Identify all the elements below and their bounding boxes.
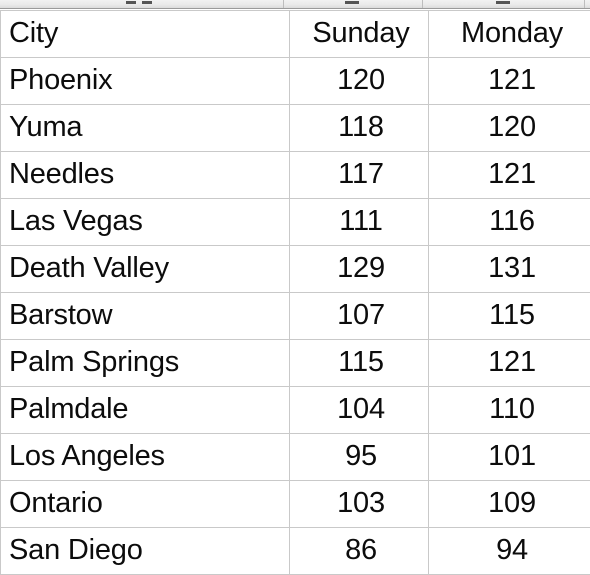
spreadsheet-grid-container: City Sunday Monday Phoenix 120 121 Yuma … — [0, 10, 590, 575]
cell-monday[interactable]: 121 — [429, 340, 590, 387]
cell-monday[interactable]: 116 — [429, 199, 590, 246]
cell-city[interactable]: San Diego — [1, 528, 290, 575]
cell-city[interactable]: Phoenix — [1, 58, 290, 105]
cell-sunday-value: 104 — [337, 393, 385, 426]
cell-sunday[interactable]: 95 — [290, 434, 429, 481]
column-header-monday[interactable]: Monday — [429, 11, 590, 58]
cell-monday[interactable]: 131 — [429, 246, 590, 293]
column-letter-glyph — [126, 1, 136, 4]
cell-monday-value: 109 — [488, 487, 536, 520]
cell-monday-value: 94 — [496, 534, 528, 567]
cell-sunday[interactable]: 115 — [290, 340, 429, 387]
table-row: Barstow 107 115 — [1, 293, 590, 340]
cell-monday[interactable]: 115 — [429, 293, 590, 340]
cell-monday-value: 116 — [489, 205, 535, 238]
cell-sunday-value: 111 — [339, 205, 382, 238]
cell-monday-value: 121 — [488, 64, 536, 97]
column-letter-glyph — [345, 1, 359, 4]
column-header-sunday-label: Sunday — [312, 17, 409, 50]
cell-sunday[interactable]: 107 — [290, 293, 429, 340]
cell-monday-value: 110 — [489, 393, 535, 426]
cell-sunday[interactable]: 118 — [290, 105, 429, 152]
cell-sunday[interactable]: 117 — [290, 152, 429, 199]
cell-monday-value: 131 — [488, 252, 536, 285]
table-row: Death Valley 129 131 — [1, 246, 590, 293]
cell-monday-value: 121 — [488, 346, 536, 379]
table-row: Needles 117 121 — [1, 152, 590, 199]
table-row: Phoenix 120 121 — [1, 58, 590, 105]
cell-sunday[interactable]: 120 — [290, 58, 429, 105]
cell-sunday-value: 117 — [338, 158, 384, 191]
cell-monday[interactable]: 110 — [429, 387, 590, 434]
table-row: Yuma 118 120 — [1, 105, 590, 152]
cell-monday[interactable]: 121 — [429, 58, 590, 105]
cell-sunday-value: 120 — [337, 64, 385, 97]
cell-sunday[interactable]: 111 — [290, 199, 429, 246]
cell-sunday[interactable]: 104 — [290, 387, 429, 434]
cell-city[interactable]: Needles — [1, 152, 290, 199]
cell-monday[interactable]: 121 — [429, 152, 590, 199]
column-letter-glyph — [496, 1, 510, 4]
cell-sunday-value: 129 — [337, 252, 385, 285]
table-row: Palm Springs 115 121 — [1, 340, 590, 387]
cell-city[interactable]: Palmdale — [1, 387, 290, 434]
spreadsheet-column-header-bar — [0, 0, 590, 9]
table-row: San Diego 86 94 — [1, 528, 590, 575]
cell-city[interactable]: Las Vegas — [1, 199, 290, 246]
cell-city[interactable]: Barstow — [1, 293, 290, 340]
cell-monday-value: 101 — [488, 440, 536, 473]
cell-sunday-value: 86 — [345, 534, 377, 567]
table-body: City Sunday Monday Phoenix 120 121 Yuma … — [1, 11, 590, 575]
cell-sunday[interactable]: 86 — [290, 528, 429, 575]
cell-monday[interactable]: 120 — [429, 105, 590, 152]
column-header-monday-label: Monday — [461, 17, 563, 50]
cell-monday[interactable]: 94 — [429, 528, 590, 575]
cell-city[interactable]: Palm Springs — [1, 340, 290, 387]
table-row: Palmdale 104 110 — [1, 387, 590, 434]
table-row: Ontario 103 109 — [1, 481, 590, 528]
table-row: Las Vegas 111 116 — [1, 199, 590, 246]
cell-city[interactable]: Ontario — [1, 481, 290, 528]
cell-sunday[interactable]: 129 — [290, 246, 429, 293]
table-header-row: City Sunday Monday — [1, 11, 590, 58]
cell-monday-value: 115 — [489, 299, 535, 332]
cell-monday[interactable]: 109 — [429, 481, 590, 528]
temperature-table: City Sunday Monday Phoenix 120 121 Yuma … — [0, 10, 590, 575]
cell-sunday-value: 107 — [337, 299, 385, 332]
cell-monday-value: 121 — [488, 158, 536, 191]
column-letter-glyph — [142, 1, 152, 4]
cell-sunday-value: 103 — [337, 487, 385, 520]
column-header-sunday[interactable]: Sunday — [290, 11, 429, 58]
cell-monday[interactable]: 101 — [429, 434, 590, 481]
cell-city[interactable]: Death Valley — [1, 246, 290, 293]
column-divider — [283, 0, 284, 8]
column-divider — [584, 0, 585, 8]
cell-city[interactable]: Yuma — [1, 105, 290, 152]
table-row: Los Angeles 95 101 — [1, 434, 590, 481]
cell-monday-value: 120 — [488, 111, 536, 144]
cell-sunday-value: 118 — [338, 111, 384, 144]
column-header-city[interactable]: City — [1, 11, 290, 58]
cell-city[interactable]: Los Angeles — [1, 434, 290, 481]
cell-sunday-value: 95 — [345, 440, 377, 473]
column-divider — [422, 0, 423, 8]
cell-sunday-value: 115 — [338, 346, 384, 379]
cell-sunday[interactable]: 103 — [290, 481, 429, 528]
